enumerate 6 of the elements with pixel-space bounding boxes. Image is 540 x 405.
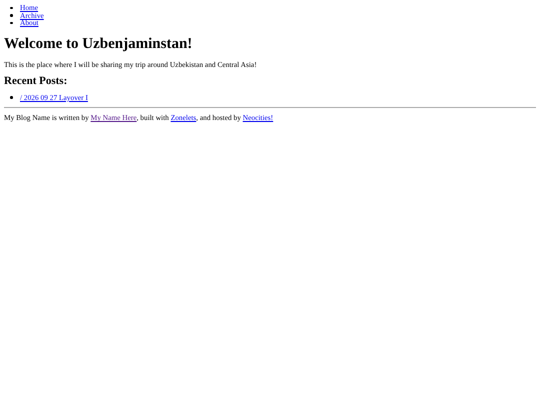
bullet-icon — [10, 14, 12, 17]
bullet-icon — [10, 22, 12, 24]
bullet-icon — [10, 6, 12, 10]
section-heading: Recent Posts: — [4, 74, 68, 88]
bullet-icon — [10, 96, 12, 99]
page-heading: Welcome to Uzbenjaminstan! — [4, 34, 194, 53]
